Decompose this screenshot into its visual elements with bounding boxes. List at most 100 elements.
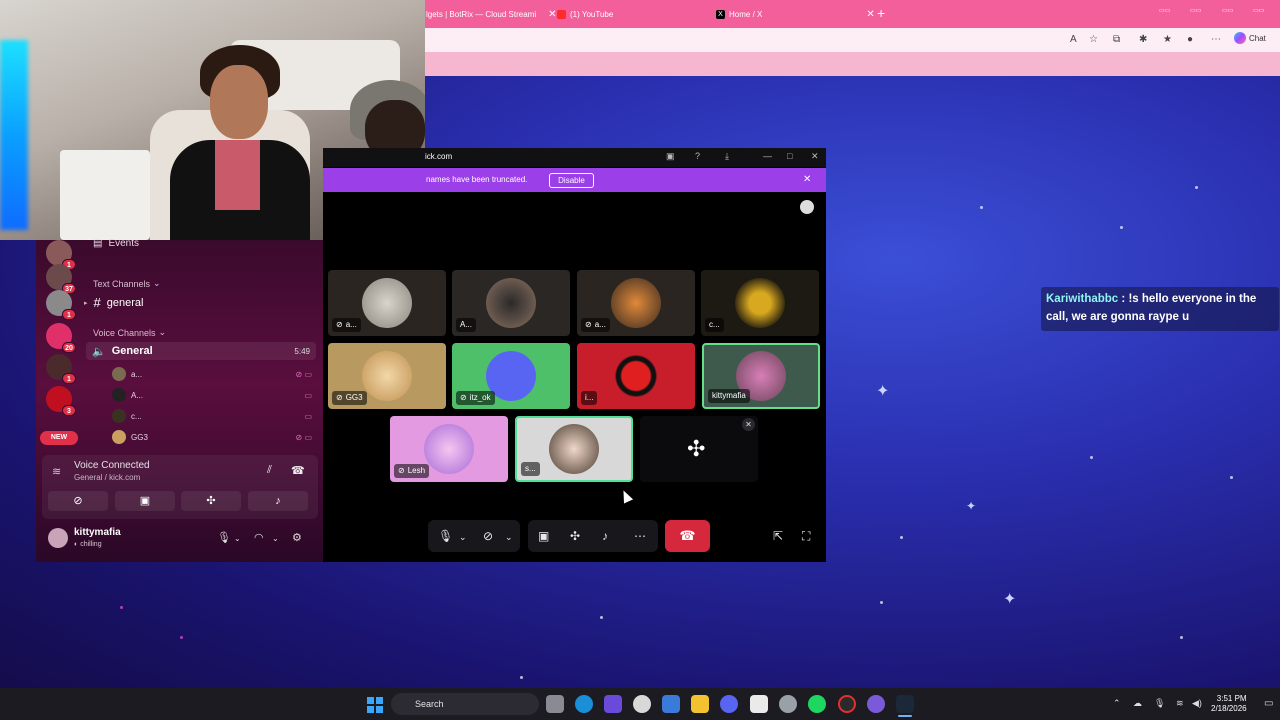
notifications-icon[interactable]: ▭	[1264, 698, 1273, 709]
favorites-icon[interactable]: ★	[1163, 34, 1172, 45]
server-icon[interactable]: 37	[46, 264, 76, 294]
participant-tile[interactable]: s...	[515, 416, 633, 482]
minimize-icon[interactable]: —	[763, 151, 772, 161]
settings-gear-icon[interactable]	[779, 695, 797, 713]
voice-channel-general[interactable]: 🔈 General 5:49	[86, 342, 316, 360]
split-screen-icon[interactable]: ⧉	[1113, 34, 1120, 45]
share-screen-icon[interactable]: ▣	[538, 529, 549, 543]
file-explorer-icon[interactable]	[691, 695, 709, 713]
onedrive-icon[interactable]: ☁	[1133, 698, 1142, 709]
participant-tile[interactable]: ⊘ a...	[577, 270, 695, 336]
noise-suppression-icon[interactable]: ⫽	[267, 464, 272, 477]
popout-title-bar[interactable]	[323, 148, 826, 167]
chevron-down-icon[interactable]: ⌄	[459, 532, 467, 543]
app-icon[interactable]	[867, 695, 885, 713]
new-badge[interactable]: NEW	[40, 431, 78, 445]
participant-tile[interactable]: ⊘ itz_ok	[452, 343, 570, 409]
app-icon[interactable]	[633, 695, 651, 713]
soundboard-icon[interactable]: ♪	[602, 529, 608, 543]
more-icon[interactable]: ⋯	[1211, 34, 1221, 45]
new-tab-icon[interactable]: +	[877, 5, 885, 21]
copilot-chat-button[interactable]: Chat	[1234, 32, 1266, 44]
notepad-icon[interactable]	[750, 695, 768, 713]
close-icon[interactable]: ✕	[866, 9, 874, 20]
settings-gear-icon[interactable]: ⚙	[292, 531, 302, 544]
voice-connected-location[interactable]: General / kick.com	[74, 473, 140, 482]
channel-general[interactable]: ▸ # general	[84, 295, 143, 310]
soundboard-button[interactable]: ♪	[248, 491, 308, 511]
avatar[interactable]	[48, 528, 68, 548]
spotify-icon[interactable]	[808, 695, 826, 713]
discord-icon[interactable]	[720, 695, 738, 713]
extension-icon[interactable]: ▭▭	[1190, 7, 1201, 14]
extension-icon[interactable]: ▭▭	[1222, 7, 1233, 14]
taskbar-clock[interactable]: 3:51 PM 2/18/2026	[1211, 694, 1247, 714]
extension-icon[interactable]: ▭▭	[1253, 7, 1264, 14]
participant-tile[interactable]: ⊘ Lesh	[390, 416, 508, 482]
tab-botrix[interactable]: lgets | BotRix — Cloud Streami ✕	[426, 5, 557, 23]
task-view-icon[interactable]	[546, 695, 564, 713]
participant-tile[interactable]: A...	[452, 270, 570, 336]
server-icon[interactable]: 1	[46, 354, 76, 384]
pop-out-icon[interactable]: ⇱	[773, 529, 783, 543]
close-icon[interactable]: ✕	[803, 174, 811, 185]
chevron-down-icon[interactable]: ⌄	[505, 532, 513, 543]
fullscreen-icon[interactable]: ⛶	[802, 529, 810, 544]
username[interactable]: kittymafia	[74, 527, 121, 538]
app-icon[interactable]	[838, 695, 856, 713]
server-icon[interactable]: 1	[46, 290, 76, 320]
voice-channels-category[interactable]: Voice Channels ⌄	[93, 327, 166, 338]
participant-tile[interactable]: i...	[577, 343, 695, 409]
events-item[interactable]: ▤ Events	[93, 238, 139, 249]
extension-icon[interactable]: ▭▭	[1159, 7, 1170, 14]
steam-icon[interactable]	[896, 695, 914, 713]
headphones-icon[interactable]: ◠	[254, 531, 264, 544]
activities-button[interactable]: ✣	[181, 491, 241, 511]
tab-youtube[interactable]: (1) YouTube ✕	[557, 5, 726, 23]
windows-start-icon[interactable]	[367, 697, 383, 713]
extensions-icon[interactable]: ✱	[1139, 34, 1147, 45]
chevron-down-icon[interactable]: ⌄	[272, 534, 279, 543]
server-icon[interactable]: 3	[46, 386, 76, 416]
server-icon[interactable]: 1	[46, 240, 76, 270]
activities-icon[interactable]: ✣	[570, 529, 580, 543]
screen-icon[interactable]: ▣	[666, 151, 675, 162]
voice-user[interactable]: GG3 ⊘ ▭	[112, 430, 312, 444]
microphone-icon[interactable]: 🎙	[438, 529, 453, 543]
maximize-icon[interactable]: □	[787, 151, 792, 161]
help-icon[interactable]: ?	[695, 151, 700, 161]
chat-bubble-icon[interactable]	[800, 200, 814, 214]
close-icon[interactable]: ✕	[742, 418, 755, 431]
disconnect-icon[interactable]: ☎	[291, 464, 305, 477]
taskbar-search[interactable]: Search	[391, 693, 539, 715]
voice-user[interactable]: A... ▭	[112, 388, 312, 402]
tab-x[interactable]: X Home / X ✕	[716, 5, 875, 23]
hang-up-button[interactable]: ☎	[665, 520, 710, 552]
read-aloud-icon[interactable]: A	[1070, 34, 1077, 45]
participant-tile[interactable]: ⊘ a...	[328, 270, 446, 336]
signal-icon[interactable]: ≋	[52, 465, 61, 478]
disable-button[interactable]: Disable	[549, 173, 594, 188]
server-icon[interactable]: 20	[46, 323, 76, 353]
volume-icon[interactable]: ◀)	[1192, 698, 1202, 709]
voice-connected-label[interactable]: Voice Connected	[74, 460, 150, 471]
microphone-icon[interactable]: 🎙	[1154, 698, 1165, 709]
participant-tile-speaking[interactable]: kittymafia	[702, 343, 820, 409]
close-icon[interactable]: ✕	[811, 151, 819, 162]
copilot-icon[interactable]	[604, 695, 622, 713]
close-icon[interactable]: ✕	[548, 9, 556, 20]
voice-user[interactable]: c... ▭	[112, 409, 312, 423]
chevron-up-icon[interactable]: ⌃	[1113, 698, 1121, 709]
participant-tile[interactable]: c...	[701, 270, 819, 336]
microphone-icon[interactable]: 🎙	[217, 531, 231, 544]
edge-icon[interactable]	[575, 695, 593, 713]
more-icon[interactable]: ⋯	[634, 529, 646, 543]
chevron-down-icon[interactable]: ⌄	[234, 534, 241, 543]
share-screen-button[interactable]: ▣	[115, 491, 175, 511]
star-icon[interactable]: ☆	[1089, 34, 1098, 45]
profile-icon[interactable]: ●	[1187, 34, 1193, 45]
camera-off-icon[interactable]: ⊘	[483, 529, 493, 543]
user-status[interactable]: ◐ chilling	[74, 541, 102, 548]
download-icon[interactable]: ⤓	[725, 151, 729, 162]
wifi-icon[interactable]: ≋	[1176, 698, 1184, 709]
